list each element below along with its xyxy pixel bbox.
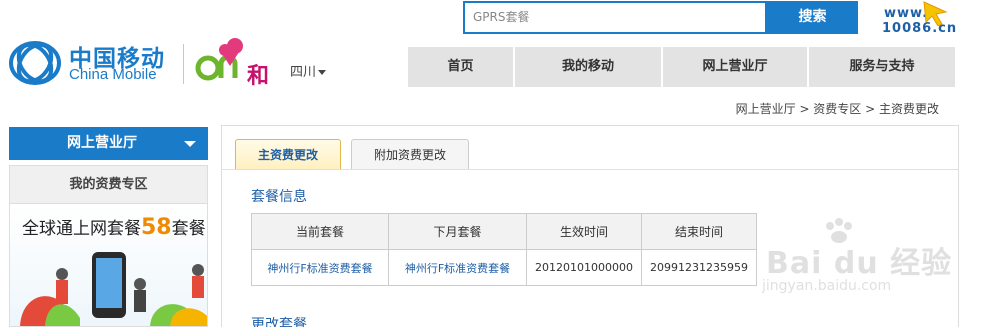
col-header-next-month: 下月套餐 bbox=[388, 213, 527, 250]
banner-prefix: 全球通上网套餐 bbox=[22, 219, 141, 239]
effective-time: 20120101000000 bbox=[526, 249, 642, 286]
package-info-title: 套餐信息 bbox=[251, 189, 307, 205]
watermark-url: jingyan.baidu.com bbox=[762, 278, 892, 294]
nav-item-service-support[interactable]: 服务与支持 bbox=[809, 47, 955, 87]
col-header-effective: 生效时间 bbox=[526, 213, 642, 250]
banner-number: 58 bbox=[141, 215, 172, 240]
sidebar-header-label: 网上营业厅 bbox=[67, 135, 137, 151]
watermark-text: Bai du 经验 bbox=[766, 246, 953, 281]
search-button[interactable]: 搜索 bbox=[767, 1, 858, 34]
tab-underline bbox=[222, 169, 958, 170]
and-brand-he: 和 bbox=[247, 64, 270, 89]
change-package-title: 更改套餐 bbox=[251, 317, 307, 327]
region-label: 四川 bbox=[290, 65, 317, 80]
table-row: 神州行F标准资费套餐 神州行F标准资费套餐 20120101000000 209… bbox=[251, 249, 757, 286]
sidebar-subtitle[interactable]: 我的资费专区 bbox=[10, 166, 207, 204]
10086-logo[interactable]: www. 10086.cn bbox=[880, 0, 990, 38]
tab-main-tariff[interactable]: 主资费更改 bbox=[235, 139, 342, 170]
banner-text: 全球通上网套餐58套餐 bbox=[22, 214, 206, 240]
package-table: 当前套餐 下月套餐 生效时间 结束时间 神州行F标准资费套餐 神州行F标准资费套… bbox=[251, 213, 757, 286]
china-mobile-logo-icon[interactable] bbox=[8, 38, 63, 88]
col-header-current: 当前套餐 bbox=[251, 213, 389, 250]
current-package-link[interactable]: 神州行F标准资费套餐 bbox=[251, 249, 389, 286]
col-header-end: 结束时间 bbox=[640, 213, 757, 250]
tab-bar: 主资费更改 附加资费更改 bbox=[235, 139, 479, 170]
nav-item-my-mobile[interactable]: 我的移动 bbox=[515, 47, 661, 87]
banner-suffix: 套餐 bbox=[171, 219, 206, 239]
main-nav: 首页 我的移动 网上营业厅 服务与支持 bbox=[408, 47, 959, 87]
banner-illustration-icon bbox=[20, 252, 207, 326]
breadcrumb: 网上营业厅 > 资费专区 > 主资费更改 bbox=[735, 102, 939, 116]
end-time: 20991231235959 bbox=[640, 249, 757, 286]
tab-addon-tariff[interactable]: 附加资费更改 bbox=[351, 139, 470, 170]
promo-banner[interactable]: 全球通上网套餐58套餐 bbox=[10, 204, 207, 326]
nav-item-online-hall[interactable]: 网上营业厅 bbox=[663, 47, 807, 87]
brand-name-en: China Mobile bbox=[69, 66, 157, 83]
cursor-arrow-icon bbox=[923, 1, 948, 26]
logo-divider bbox=[183, 44, 184, 84]
nav-item-home[interactable]: 首页 bbox=[408, 47, 513, 87]
sidebar-header[interactable]: 网上营业厅 bbox=[9, 127, 208, 160]
search-input[interactable]: GPRS套餐 bbox=[463, 1, 767, 34]
region-selector[interactable]: 四川 bbox=[290, 61, 327, 80]
baidu-watermark: Bai du 经验 jingyan.baidu.com bbox=[762, 218, 962, 298]
caret-down-icon bbox=[318, 70, 327, 75]
next-package-link[interactable]: 神州行F标准资费套餐 bbox=[388, 249, 527, 286]
dropdown-arrow-icon bbox=[184, 141, 196, 147]
sidebar-panel: 我的资费专区 全球通上网套餐58套餐 bbox=[9, 165, 208, 327]
